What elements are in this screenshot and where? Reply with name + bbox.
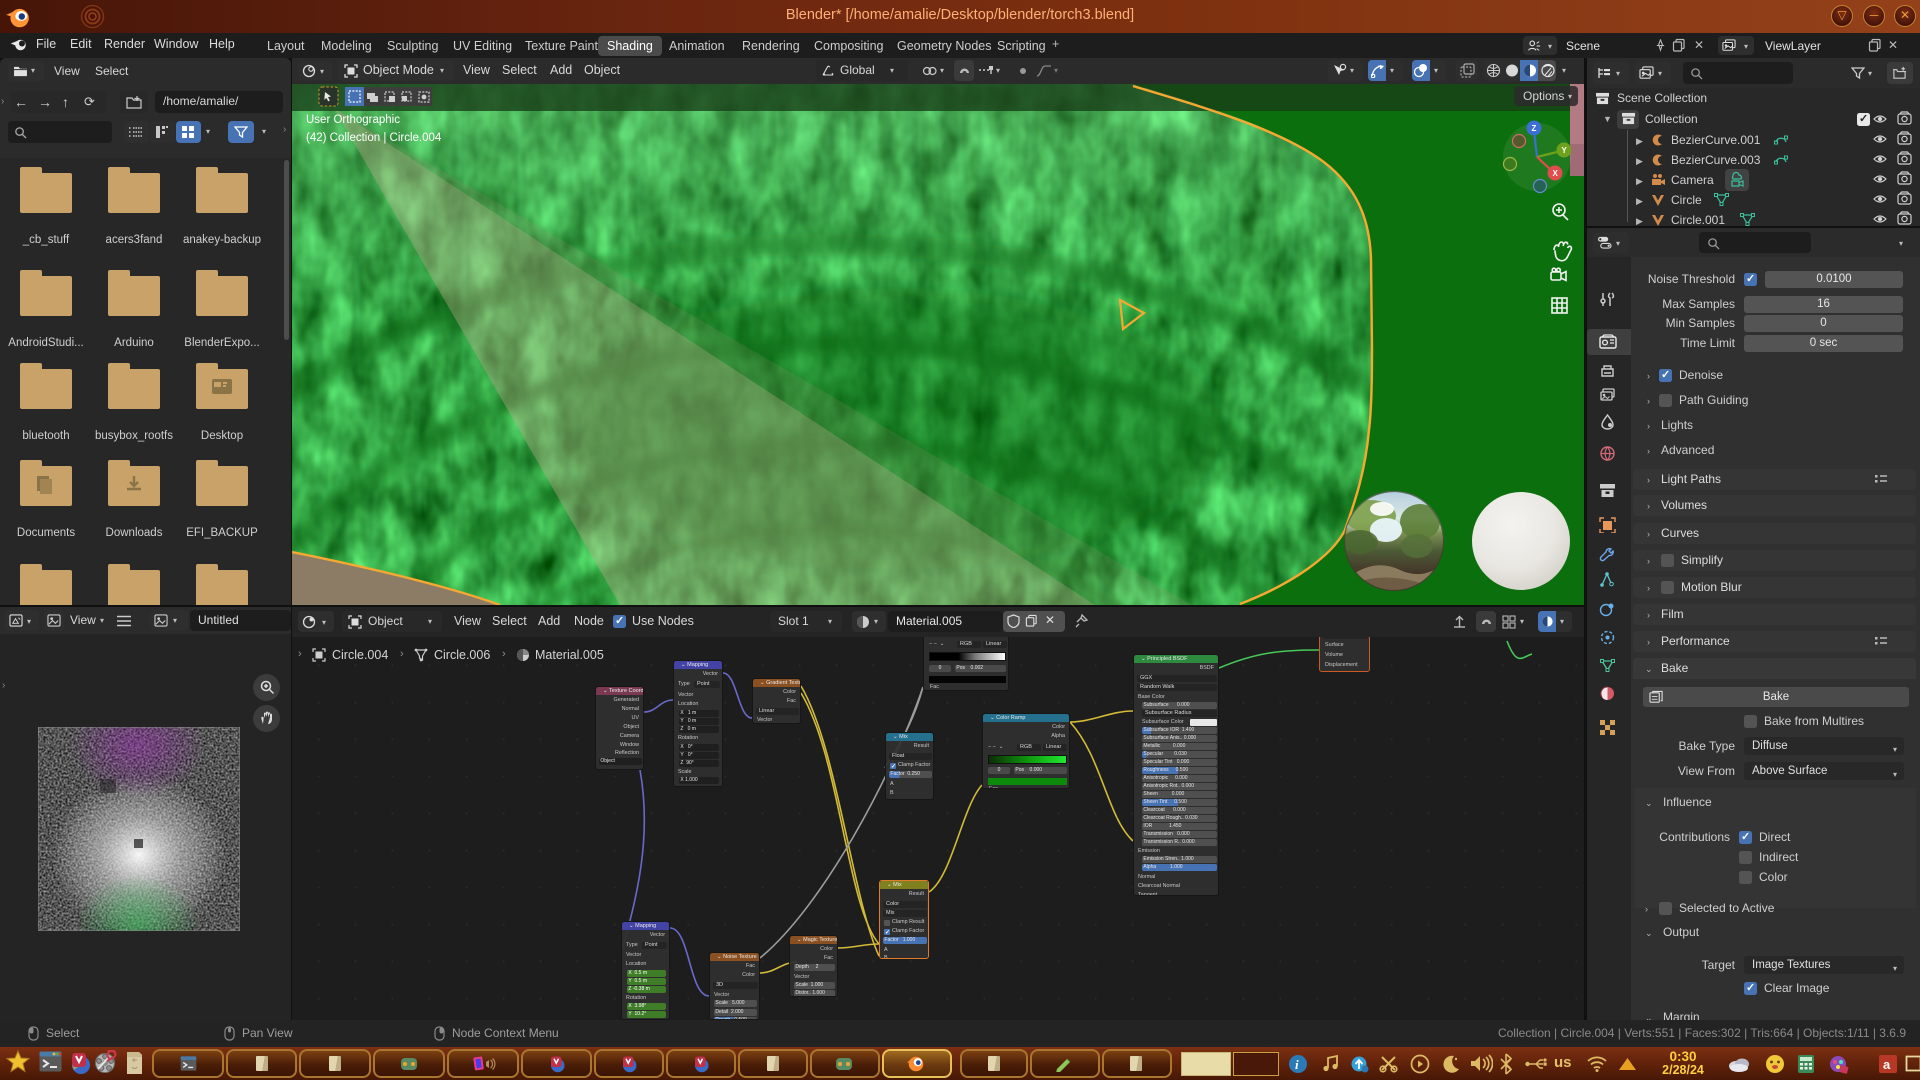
svg-text:User Orthographic: User Orthographic — [306, 114, 400, 126]
svg-text:a: a — [1883, 1057, 1891, 1072]
svg-text:Options: Options — [1523, 89, 1564, 103]
svg-text:Z: Z — [1532, 124, 1537, 133]
svg-text:Y: Y — [1562, 146, 1568, 155]
svg-text:i: i — [1295, 1057, 1299, 1072]
svg-text:X: X — [1553, 169, 1559, 178]
svg-text:▾: ▾ — [1568, 92, 1572, 101]
svg-text:(42) Collection | Circle.004: (42) Collection | Circle.004 — [306, 132, 442, 144]
